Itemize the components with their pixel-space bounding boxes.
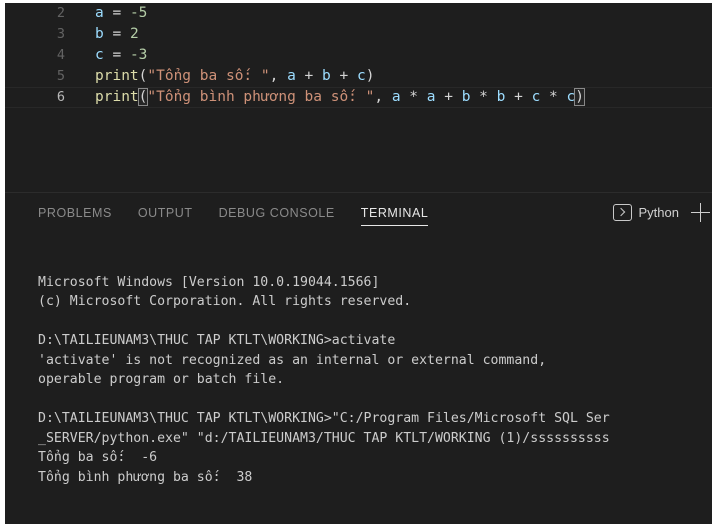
terminal-kind-selector[interactable]: Python — [612, 204, 679, 221]
text-cursor — [584, 88, 585, 103]
vscode-window: 2a = -5 3 b = 24c = -3 5 print("Tổng ba số: … — [5, 3, 712, 524]
code-line[interactable]: 5 print("Tổng ba số: ", a + b + c) — [5, 66, 712, 87]
code-token: = — [112, 26, 122, 42]
code-token: print — [95, 68, 139, 84]
line-number: 5 — [56, 68, 65, 84]
editor-lines[interactable]: 2a = -5 3 b = 24c = -3 5 print("Tổng ba số: … — [5, 3, 712, 108]
code-line-text: print("Tổng ba số: ", a + b + c) — [95, 66, 374, 87]
code-token: + — [505, 89, 532, 105]
code-token: -5 — [129, 5, 148, 21]
code-token: * — [540, 89, 567, 105]
code-token: = — [112, 5, 122, 21]
code-token: a — [287, 68, 296, 84]
panel-actions: Python — [612, 203, 712, 222]
code-token: print — [95, 89, 139, 105]
terminal-line: Microsoft Windows [Version 10.0.19044.15… — [38, 274, 380, 290]
line-number: 2 — [56, 5, 65, 21]
code-token: "Tổng bình phương ba số: " — [147, 89, 375, 105]
code-token: b — [95, 26, 104, 42]
tab-terminal[interactable]: TERMINAL — [360, 206, 429, 226]
terminal-line: _SERVER/python.exe" "d:/TAILIEUNAM3/THUC… — [38, 430, 610, 446]
line-number: 3 — [56, 26, 65, 42]
bottom-panel: PROBLEMS OUTPUT DEBUG CONSOLE TERMINAL Pyth… — [5, 192, 712, 524]
code-editor[interactable]: 2a = -5 3 b = 24c = -3 5 print("Tổng ba số: … — [5, 3, 712, 192]
code-token: + — [330, 68, 357, 84]
terminal-output[interactable]: Microsoft Windows [Version 10.0.19044.15… — [5, 235, 712, 524]
terminal-line: 'activate' is not recognized as an inter… — [38, 352, 547, 368]
terminal-line: D:\TAILIEUNAM3\THUC TAP KTLT\WORKING>act… — [38, 333, 396, 348]
code-token: ) — [574, 88, 585, 106]
code-token: a — [391, 89, 401, 105]
terminal-line: operable program or batch file. — [38, 372, 285, 387]
code-line[interactable]: 4 c = -3 — [5, 45, 712, 66]
tab-debug-console[interactable]: DEBUG CONSOLE — [219, 206, 335, 226]
code-token: + — [295, 68, 323, 84]
code-line-text: a = -5 — [95, 3, 147, 24]
code-token: + — [435, 89, 462, 105]
code-token: c — [356, 68, 366, 84]
code-token: c — [566, 89, 576, 105]
code-token: c — [95, 47, 104, 63]
code-line[interactable]: 2 a = -5 — [5, 3, 712, 24]
terminal-kind-label: Python — [638, 205, 679, 220]
code-token: 2 — [129, 26, 139, 42]
tab-output[interactable]: OUTPUT — [138, 206, 193, 226]
code-token: -3 — [129, 47, 148, 63]
code-token: * — [400, 89, 427, 105]
panel-header: PROBLEMS OUTPUT DEBUG CONSOLE TERMINAL Pyth… — [5, 193, 712, 235]
code-token: a — [426, 89, 436, 105]
code-token: * — [470, 89, 497, 105]
terminal-line: (c) Microsoft Corporation. All rights re… — [38, 294, 412, 309]
terminal-chevron-icon — [612, 204, 632, 221]
tab-problems[interactable]: PROBLEMS — [38, 206, 112, 226]
code-line[interactable]: 3 b = 2 — [5, 24, 712, 45]
code-line-text: b = 2 — [95, 24, 139, 45]
code-token: ) — [365, 68, 375, 84]
code-token: , — [374, 89, 384, 105]
code-line-text: print("Tổng bình phương ba số: ", a * a … — [95, 88, 585, 107]
line-number: 4 — [56, 47, 65, 63]
code-token: = — [112, 47, 122, 63]
panel-tab-list[interactable]: PROBLEMS OUTPUT DEBUG CONSOLE TERMINAL — [38, 206, 454, 226]
code-token: a — [95, 5, 104, 21]
terminal-line: D:\TAILIEUNAM3\THUC TAP KTLT\WORKING>"C:… — [38, 411, 610, 426]
line-number: 6 — [56, 89, 65, 105]
code-token: b — [322, 68, 331, 84]
new-terminal-plus-icon[interactable] — [691, 203, 710, 222]
code-token: "Tổng ba số: " — [147, 68, 270, 84]
code-line-text: c = -3 — [95, 45, 147, 66]
code-line[interactable]: 6 print("Tổng bình phương ba số: ", a * a… — [5, 87, 712, 108]
terminal-line: Tổng bình phương ba số: 38 — [38, 469, 253, 485]
terminal-line: Tổng ba số: -6 — [38, 450, 158, 465]
